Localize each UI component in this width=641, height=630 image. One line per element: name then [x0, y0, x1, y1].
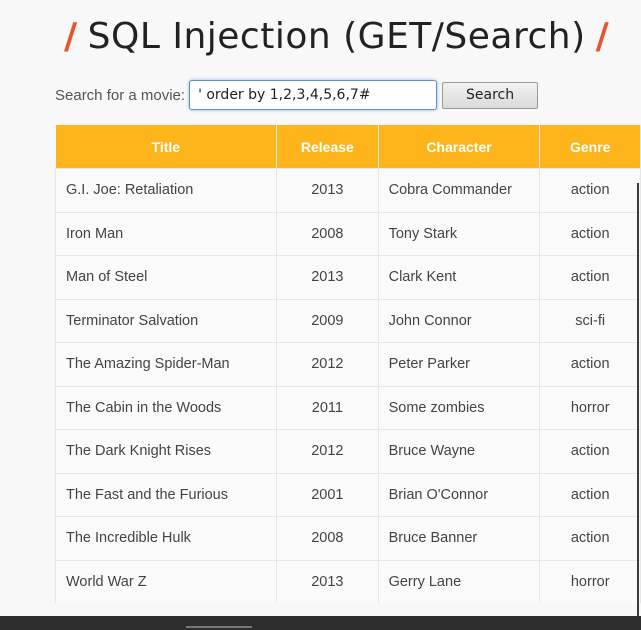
cell-character: Some zombies: [377, 385, 541, 430]
cell-genre: action: [539, 429, 641, 473]
table-row: Iron Man 2008 Tony Stark action: [54, 211, 641, 256]
cell-release: 2001: [276, 472, 379, 517]
cell-title: The Fast and the Furious: [54, 472, 278, 517]
cell-title: Iron Man: [54, 211, 278, 256]
search-form: Search for a movie: Search: [55, 78, 539, 112]
table-body: G.I. Joe: Retaliation 2013 Cobra Commander…: [54, 168, 641, 603]
table-header-row: Title Release Character Genre: [55, 125, 641, 169]
main-content: / SQL Injection (GET/Search) / Search fo…: [0, 0, 641, 616]
cell-character: John Connor: [377, 298, 541, 343]
table-row: Terminator Salvation 2009 John Connor sci-f…: [54, 298, 641, 343]
cell-character: Bruce Banner: [377, 516, 541, 560]
cell-release: 2008: [276, 516, 379, 560]
cell-genre: action: [539, 516, 641, 560]
cell-release: 2012: [276, 429, 379, 473]
cell-release: 2013: [276, 559, 379, 603]
table-row: The Amazing Spider-Man 2012 Peter Parker ac…: [54, 342, 641, 386]
scrollbar-edge: [637, 183, 639, 616]
cell-character: Cobra Commander: [377, 168, 541, 212]
cell-genre: action: [539, 342, 641, 386]
movies-table: Title Release Character Genre G.I. Joe: …: [54, 125, 641, 603]
cell-character: Gerry Lane: [377, 559, 541, 603]
cell-character: Tony Stark: [377, 211, 541, 256]
column-header-release: Release: [276, 125, 379, 169]
cell-character: Bruce Wayne: [377, 429, 541, 473]
table-row: World War Z 2013 Gerry Lane horror: [54, 559, 641, 603]
cell-title: G.I. Joe: Retaliation: [54, 168, 278, 212]
cell-title: The Dark Knight Rises: [54, 429, 278, 473]
cell-character: Clark Kent: [377, 255, 541, 299]
cell-title: Terminator Salvation: [54, 298, 278, 343]
cell-character: Brian O'Connor: [377, 472, 541, 517]
cell-release: 2011: [276, 385, 379, 430]
title-slash-left: /: [64, 15, 78, 57]
cell-character: Peter Parker: [377, 342, 541, 386]
cell-title: The Amazing Spider-Man: [54, 342, 278, 386]
page: / SQL Injection (GET/Search) / Search fo…: [0, 0, 641, 630]
table-row: The Incredible Hulk 2008 Bruce Banner actio…: [54, 516, 641, 560]
cell-genre: action: [539, 255, 641, 299]
cell-release: 2009: [276, 298, 379, 343]
cell-genre: action: [539, 211, 641, 256]
cell-release: 2008: [276, 211, 379, 256]
cell-title: The Incredible Hulk: [54, 516, 278, 560]
table-row: The Fast and the Furious 2001 Brian O'Conn…: [54, 472, 641, 517]
cell-release: 2012: [276, 342, 379, 386]
cell-release: 2013: [276, 255, 379, 299]
title-slash-right: /: [595, 15, 610, 57]
cell-title: The Cabin in the Woods: [54, 385, 278, 430]
column-header-genre: Genre: [539, 125, 641, 169]
bottom-bar: [0, 616, 641, 630]
cell-genre: horror: [539, 385, 641, 430]
cell-genre: horror: [539, 559, 641, 603]
cell-title: Man of Steel: [54, 255, 278, 299]
cell-genre: action: [539, 168, 641, 212]
cell-title: World War Z: [54, 559, 278, 603]
page-title-text: SQL Injection (GET/Search): [87, 15, 586, 57]
bottom-tab-indicator: [186, 626, 252, 628]
search-button[interactable]: Search: [442, 81, 539, 109]
search-input[interactable]: [189, 80, 438, 110]
column-header-character: Character: [378, 125, 541, 169]
search-label: Search for a movie:: [55, 86, 186, 104]
cell-release: 2013: [276, 168, 379, 212]
table-row: The Dark Knight Rises 2012 Bruce Wayne acti…: [54, 429, 641, 473]
table-row: G.I. Joe: Retaliation 2013 Cobra Commander…: [54, 168, 641, 212]
column-header-title: Title: [55, 125, 278, 169]
page-title: / SQL Injection (GET/Search) /: [54, 10, 619, 62]
table-row: The Cabin in the Woods 2011 Some zombies ho…: [54, 385, 641, 430]
table-row: Man of Steel 2013 Clark Kent action: [54, 255, 641, 299]
cell-genre: sci-fi: [539, 298, 641, 343]
cell-genre: action: [539, 472, 641, 517]
